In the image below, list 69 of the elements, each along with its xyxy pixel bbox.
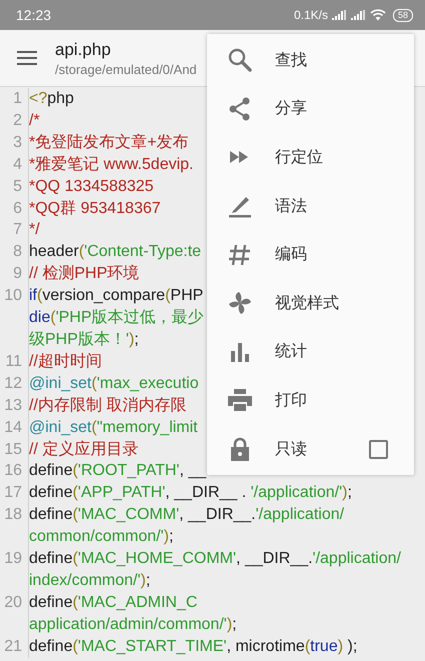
line-number: 1 — [0, 88, 29, 110]
battery-icon: 58 — [392, 8, 413, 22]
code-line: //超时时间 — [29, 352, 102, 372]
code-line: *QQ 1334588325 — [29, 176, 154, 197]
code-line: @ini_set('max_executio — [29, 374, 199, 394]
code-line: // 检测PHP环境 — [29, 264, 140, 284]
code-line: define('ROOT_PATH', __ — [29, 461, 206, 482]
menu-item[interactable]: 分享 — [207, 84, 414, 134]
menu-item[interactable]: 只读 — [207, 424, 414, 474]
line-number: 10 — [0, 285, 29, 351]
code-line: // 定义应用目录 — [29, 440, 138, 460]
code-line: define('MAC_ADMIN_C — [29, 592, 198, 613]
code-line: 级PHP版本！'); — [29, 330, 140, 350]
printer-icon — [227, 387, 253, 414]
pinwheel-icon — [227, 290, 253, 316]
menu-item[interactable]: 打印 — [207, 376, 414, 425]
code-line: *QQ群 953418367 — [29, 198, 161, 219]
code-line: /* — [29, 110, 40, 131]
code-line: *雅爱笔记 www.5devip. — [29, 154, 194, 175]
code-line: define('APP_PATH', __DIR__ . '/application/'); — [29, 483, 352, 504]
line-number: 16 — [0, 460, 29, 482]
menu-icon[interactable] — [17, 51, 37, 65]
line-number: 20 — [0, 592, 29, 636]
line-number: 19 — [0, 548, 29, 592]
menu-item[interactable]: 行定位 — [207, 133, 414, 182]
menu-item[interactable]: 编码 — [207, 230, 414, 279]
code-line: application/admin/common/'); — [29, 614, 237, 635]
line-number: 21 — [0, 636, 29, 658]
line-number: 17 — [0, 482, 29, 504]
line-number: 7 — [0, 219, 29, 242]
checkbox[interactable] — [369, 440, 388, 459]
line-number: 9 — [0, 263, 29, 286]
line-number: 3 — [0, 132, 29, 154]
signal-icon — [332, 10, 347, 20]
file-title: api.php — [55, 40, 112, 60]
line-number: 13 — [0, 394, 29, 417]
code-line: <?php — [29, 89, 74, 109]
network-speed: 0.1K/s — [294, 8, 328, 22]
code-line: */ — [29, 220, 40, 240]
code-line: die('PHP版本过低，最少 — [29, 308, 204, 328]
code-line: @ini_set("memory_limit — [29, 418, 198, 438]
line-number: 5 — [0, 176, 29, 198]
wifi-icon — [370, 9, 386, 21]
menu-item[interactable]: 视觉样式 — [207, 278, 414, 328]
search-icon — [227, 47, 253, 74]
line-number: 14 — [0, 416, 29, 438]
menu-item[interactable]: 语法 — [207, 182, 414, 230]
line-number: 12 — [0, 372, 29, 395]
signal-icon — [350, 10, 366, 20]
code-line: if(version_compare(PHP — [29, 286, 204, 306]
code-line: header('Content-Type:te — [29, 242, 202, 262]
clock: 12:23 — [16, 7, 52, 23]
code-line: define('MAC_START_TIME', microtime(true) ); — [29, 636, 358, 657]
code-line: common/common/'); — [29, 527, 174, 548]
line-number: 6 — [0, 198, 29, 220]
code-line: //内存限制 取消内存限 — [29, 396, 186, 416]
line-number: 11 — [0, 350, 29, 373]
menu-item[interactable]: 统计 — [207, 328, 414, 376]
line-number: 8 — [0, 241, 29, 264]
line-number: 2 — [0, 110, 29, 132]
code-line: index/common/'); — [29, 570, 152, 591]
line-number: 15 — [0, 438, 29, 460]
code-line: *免登陆发布文章+发布 — [29, 132, 189, 153]
menu-item[interactable]: 查找 — [207, 36, 414, 85]
code-line: define('MAC_COMM', __DIR__.'/application/ — [29, 505, 344, 526]
file-path: /storage/emulated/0/And — [55, 62, 197, 76]
line-number: 4 — [0, 154, 29, 176]
line-number: 18 — [0, 504, 29, 548]
code-line: define('MAC_HOME_COMM', __DIR__.'/application/ — [29, 549, 401, 570]
